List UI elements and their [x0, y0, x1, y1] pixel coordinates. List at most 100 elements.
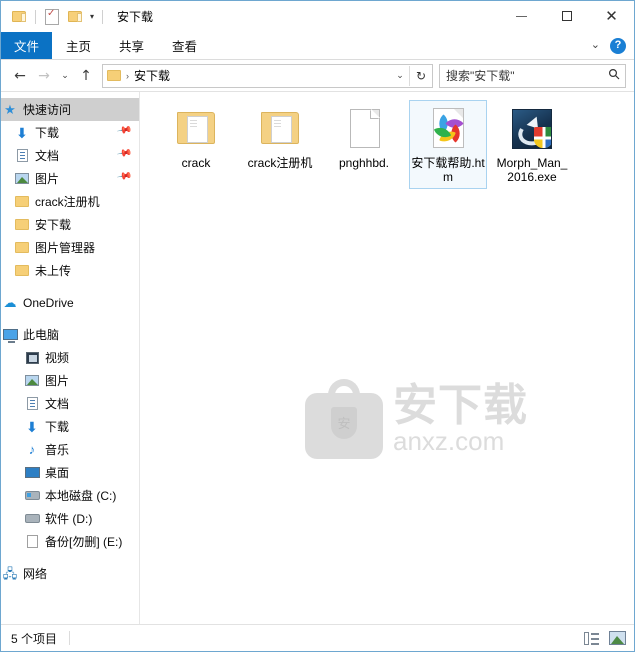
star-pin-icon: ★: [4, 102, 16, 117]
sidebar-item-drive-d[interactable]: 软件 (D:): [1, 507, 139, 530]
file-list-view[interactable]: 安 安下载 anxz.com crack crack注册机 pnghhbd. 安…: [140, 92, 634, 624]
watermark-shield-char: 安: [331, 406, 357, 439]
sidebar-item-pictures-qa[interactable]: 图片 📌: [1, 167, 139, 190]
address-path-box[interactable]: › 安下载 ⌄ ↻: [102, 63, 433, 88]
tab-home[interactable]: 主页: [52, 32, 105, 59]
sidebar-item-music[interactable]: ♪ 音乐: [1, 438, 139, 461]
item-count-label: 5 个项目: [11, 631, 58, 646]
file-item-crack-keygen[interactable]: crack注册机: [241, 100, 319, 189]
watermark-domain: anxz.com: [393, 426, 505, 457]
sidebar-item-onedrive[interactable]: ☁ OneDrive: [1, 291, 139, 314]
close-icon: ✕: [605, 6, 618, 25]
breadcrumb[interactable]: › 安下载: [103, 67, 391, 84]
sidebar-item-quick-access[interactable]: ★ 快速访问: [1, 98, 139, 121]
customize-chevron-icon[interactable]: ▾: [88, 12, 96, 21]
search-input[interactable]: 搜索"安下载": [440, 67, 603, 84]
file-item-pnghhbd[interactable]: pnghhbd.: [325, 100, 403, 189]
sidebar-item-label: 图片: [35, 172, 60, 186]
properties-icon[interactable]: [42, 7, 62, 27]
pin-icon[interactable]: 📌: [115, 168, 136, 188]
folder-icon: [13, 194, 31, 210]
sidebar-item-label: 备份[勿删] (E:): [45, 535, 123, 549]
sidebar-item-label: 图片管理器: [35, 241, 96, 255]
pin-icon[interactable]: 📌: [115, 122, 136, 142]
file-item-morph-man-exe[interactable]: Morph_Man_2016.exe: [493, 100, 571, 189]
breadcrumb-separator-icon: ›: [126, 70, 129, 81]
sidebar-item-label: 本地磁盘 (C:): [45, 489, 117, 503]
tab-file[interactable]: 文件: [1, 32, 53, 59]
sidebar-item-label: 下载: [45, 420, 70, 434]
sidebar-item-pictures[interactable]: 图片: [1, 369, 139, 392]
back-button[interactable]: ←: [9, 65, 31, 87]
uac-shield-icon: [534, 127, 551, 148]
file-item-label: 安下载帮助.htm: [411, 156, 485, 184]
desktop-icon: [23, 465, 41, 481]
address-bar: ← → ⌄ ↑ › 安下载 ⌄ ↻ 搜索"安下载": [1, 60, 634, 91]
system-drive-icon: [23, 488, 41, 504]
close-button[interactable]: ✕: [589, 1, 634, 31]
computer-icon: [1, 327, 19, 343]
sidebar-item-label: 快速访问: [23, 103, 72, 117]
sidebar-item-label: 软件 (D:): [45, 512, 93, 526]
file-item-crack[interactable]: crack: [157, 100, 235, 189]
breadcrumb-current-folder[interactable]: 安下载: [134, 67, 170, 84]
toolbar-divider-2: [102, 9, 104, 24]
save-folder-icon[interactable]: [9, 7, 29, 27]
status-divider: [69, 631, 71, 645]
pin-icon[interactable]: 📌: [115, 145, 136, 165]
sidebar-item-downloads-qa[interactable]: ⬇ 下载 📌: [1, 121, 139, 144]
details-view-button[interactable]: [580, 628, 602, 648]
documents-icon: [23, 396, 41, 412]
sidebar-item-drive-e[interactable]: 备份[勿删] (E:): [1, 530, 139, 553]
maximize-button[interactable]: [544, 1, 589, 31]
new-folder-icon[interactable]: [65, 7, 85, 27]
sidebar-item-crack-keygen[interactable]: crack注册机: [1, 190, 139, 213]
sidebar-item-downloads[interactable]: ⬇ 下载: [1, 415, 139, 438]
sidebar-item-label: 音乐: [45, 443, 70, 457]
file-item-label: Morph_Man_2016.exe: [496, 156, 568, 184]
refresh-icon[interactable]: ↻: [409, 65, 432, 86]
sidebar-item-label: 文档: [35, 149, 60, 163]
forward-button[interactable]: →: [33, 65, 55, 87]
quick-access-toolbar: ▾ 安下载: [1, 1, 153, 32]
executable-icon: [508, 105, 556, 153]
view-toggle-group: [580, 628, 628, 648]
tab-share[interactable]: 共享: [105, 32, 158, 59]
up-button[interactable]: ↑: [75, 65, 97, 87]
navigation-pane: ★ 快速访问 ⬇ 下载 📌 文档 📌 图片 📌 crack注册机 安下载 图片管…: [1, 92, 140, 624]
sidebar-item-image-manager[interactable]: 图片管理器: [1, 236, 139, 259]
minimize-button[interactable]: [499, 1, 544, 31]
sidebar-item-documents-qa[interactable]: 文档 📌: [1, 144, 139, 167]
tab-view[interactable]: 查看: [158, 32, 211, 59]
large-icons-view-button[interactable]: [606, 628, 628, 648]
sidebar-item-network[interactable]: 🖧 网络: [1, 562, 139, 585]
expand-ribbon-chevron-icon[interactable]: ⌄: [591, 40, 600, 51]
sidebar-item-label: 视频: [45, 351, 70, 365]
help-icon[interactable]: ?: [610, 37, 626, 54]
drive-blank-icon: [23, 534, 41, 550]
sidebar-item-this-pc[interactable]: 此电脑: [1, 323, 139, 346]
file-item-anxiazai-help-htm[interactable]: 安下载帮助.htm: [409, 100, 487, 189]
watermark-chinese: 安下载: [393, 380, 528, 430]
sidebar-item-anxiazai[interactable]: 安下载: [1, 213, 139, 236]
sidebar-item-documents[interactable]: 文档: [1, 392, 139, 415]
sidebar-item-label: 未上传: [35, 264, 72, 278]
sidebar-item-local-disk-c[interactable]: 本地磁盘 (C:): [1, 484, 139, 507]
sidebar-item-videos[interactable]: 视频: [1, 346, 139, 369]
sidebar-item-desktop[interactable]: 桌面: [1, 461, 139, 484]
watermark: 安 安下载 anxz.com: [305, 377, 570, 462]
sidebar-item-label: 此电脑: [23, 328, 60, 342]
address-dropdown-chevron-icon[interactable]: ⌄: [391, 70, 409, 81]
search-icon[interactable]: [603, 68, 625, 83]
window-title: 安下载: [117, 10, 154, 24]
file-explorer-window: ▾ 安下载 ✕ 文件 主页 共享 查看 ⌄ ? ← → ⌄ ↑ › 安下载: [0, 0, 635, 652]
folder-icon: [13, 240, 31, 256]
recent-locations-chevron-icon[interactable]: ⌄: [57, 65, 73, 87]
window-controls: ✕: [499, 1, 634, 31]
folder-icon: [13, 217, 31, 233]
search-box[interactable]: 搜索"安下载": [439, 63, 626, 88]
html-file-icon: [424, 105, 472, 153]
toolbar-divider: [35, 9, 36, 24]
sidebar-item-not-uploaded[interactable]: 未上传: [1, 259, 139, 282]
